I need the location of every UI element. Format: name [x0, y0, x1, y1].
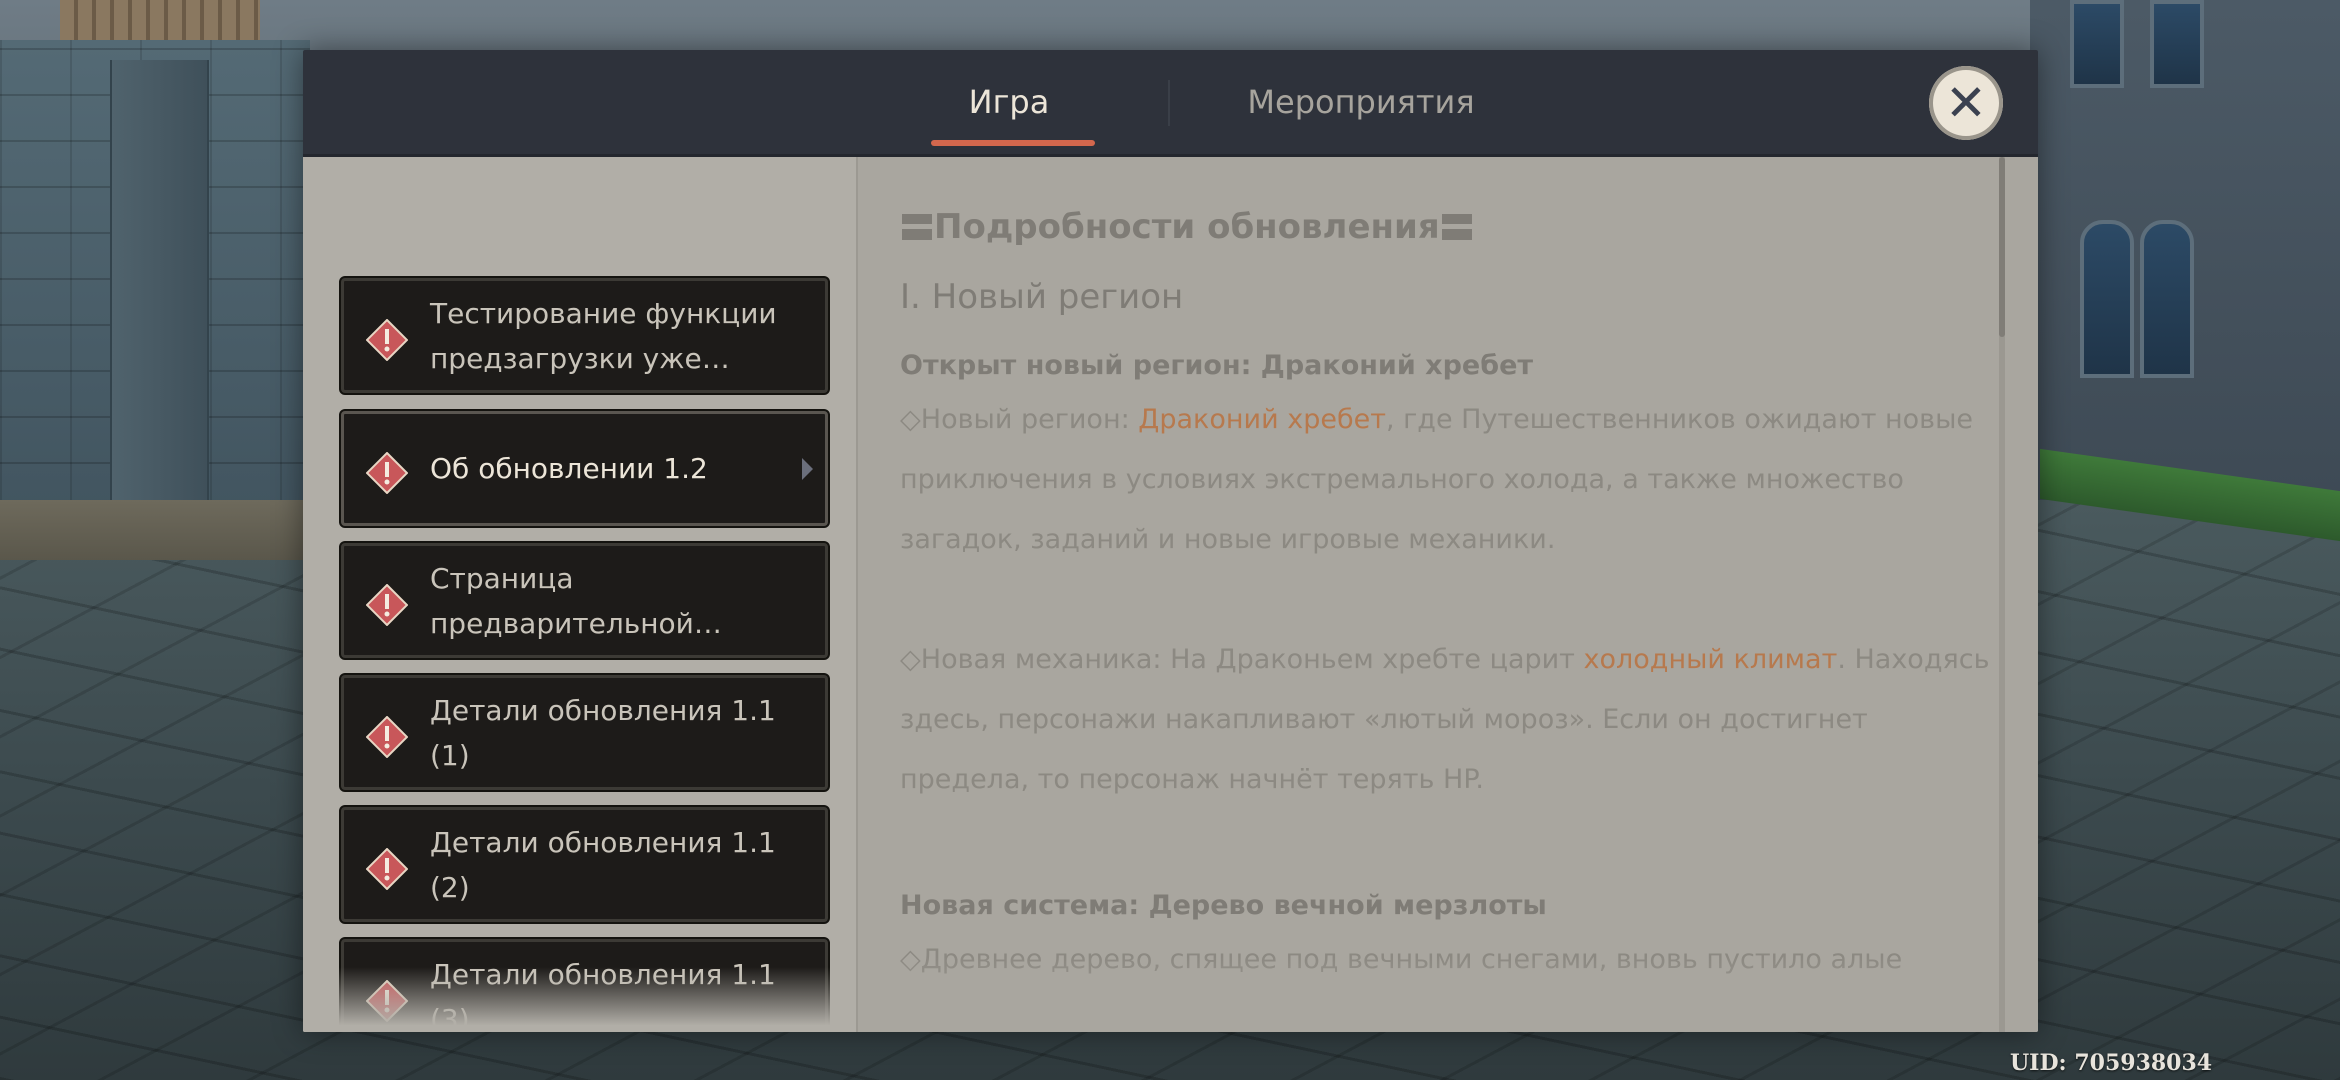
- subheading-new-system: Новая система: Дерево вечной мерзлоты: [900, 890, 1547, 921]
- alert-diamond-icon: [366, 319, 408, 361]
- arched-window: [2080, 220, 2134, 378]
- news-item-update-1-2[interactable]: Об обновлении 1.2: [341, 411, 828, 526]
- arched-window: [2140, 220, 2194, 378]
- upper-window: [2150, 0, 2204, 88]
- alert-diamond-icon: [366, 452, 408, 494]
- section-heading: I. Новый регион: [900, 277, 1184, 317]
- modal-header: Игра Мероприятия ✕: [303, 50, 2038, 157]
- article-title-text: Подробности обновления: [934, 207, 1440, 247]
- news-item-update-1-1-part-1[interactable]: Детали обновления 1.1 (1): [341, 675, 828, 790]
- highlight-region-link[interactable]: Драконий хребет: [1138, 404, 1386, 435]
- modal-body: Тестирование функции предзагрузки уже… О…: [303, 157, 2038, 1032]
- paragraph-new-mechanic: ◇Новая механика: На Драконьем хребте цар…: [900, 630, 1990, 810]
- news-item-label: Детали обновления 1.1 (1): [430, 693, 776, 772]
- tab-events[interactable]: Мероприятия: [1201, 50, 1521, 154]
- right-building: [2030, 0, 2340, 500]
- upper-window: [2070, 0, 2124, 88]
- subheading-new-region: Открыт новый регион: Драконий хребет: [900, 350, 1534, 381]
- paragraph-new-region: ◇Новый регион: Драконий хребет, где Путе…: [900, 390, 1990, 570]
- tab-game[interactable]: Игра: [923, 50, 1095, 154]
- dirt-path: [0, 500, 320, 560]
- selected-arrow-icon: [802, 458, 813, 480]
- highlight-climate: холодный климат: [1583, 644, 1838, 675]
- article-scrollbar[interactable]: [1999, 157, 2005, 1032]
- announcements-modal: Игра Мероприятия ✕ Тестирование функции …: [303, 50, 2038, 1032]
- alert-diamond-icon: [366, 584, 408, 626]
- alert-diamond-icon: [366, 716, 408, 758]
- scrollbar-thumb[interactable]: [1999, 157, 2005, 337]
- article-panel[interactable]: Подробности обновления I. Новый регион О…: [858, 157, 2038, 1032]
- paragraph-text: ◇Новая механика: На Драконьем хребте цар…: [900, 644, 1584, 675]
- news-item-label: Об обновлении 1.2: [430, 452, 708, 485]
- paragraph-text: ◇Новый регион:: [900, 404, 1139, 435]
- news-item-label: Детали обновления 1.1 (2): [430, 825, 776, 904]
- title-bars-icon: [902, 214, 932, 240]
- close-button[interactable]: ✕: [1929, 66, 2003, 140]
- title-bars-icon: [1441, 214, 1472, 240]
- active-tab-indicator: [931, 140, 1095, 146]
- alert-diamond-icon: [366, 848, 408, 890]
- article-fade-overlay: [858, 957, 1998, 1032]
- news-item-update-1-1-part-2[interactable]: Детали обновления 1.1 (2): [341, 807, 828, 922]
- news-item-preload-test[interactable]: Тестирование функции предзагрузки уже…: [341, 278, 828, 393]
- news-item-preregistration[interactable]: Страница предварительной…: [341, 543, 828, 658]
- news-list[interactable]: Тестирование функции предзагрузки уже… О…: [303, 157, 858, 1032]
- stone-tower: [110, 60, 209, 500]
- list-fade-overlay: [303, 967, 856, 1032]
- player-uid: UID: 705938034: [2010, 1050, 2213, 1076]
- close-x-icon: ✕: [1945, 74, 1987, 132]
- news-item-label: Страница предварительной…: [430, 561, 722, 640]
- tab-divider: [1168, 80, 1170, 126]
- news-item-label: Тестирование функции предзагрузки уже…: [430, 296, 777, 375]
- article-title: Подробности обновления: [900, 207, 1474, 247]
